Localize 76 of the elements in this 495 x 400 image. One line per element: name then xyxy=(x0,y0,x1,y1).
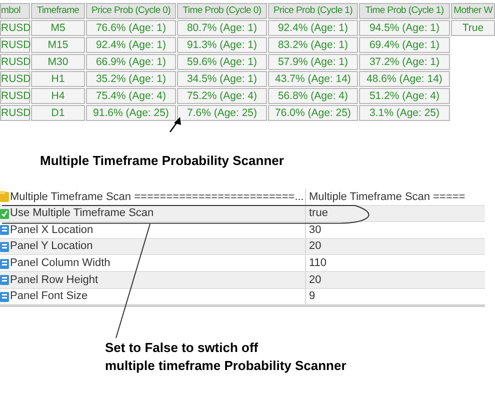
setting-value: Multiple Timeframe Scan ===== xyxy=(308,190,466,205)
table-cell: 76.0% (Age: 25) xyxy=(268,105,358,121)
setting-value: true xyxy=(308,206,328,222)
table-cell: 92.4% (Age: 1) xyxy=(268,20,358,36)
note-text: multiple timeframe Probability Scanner xyxy=(105,357,348,376)
setting-name: Panel Y Location xyxy=(10,239,93,254)
setting-row[interactable]: Panel X Location 30 xyxy=(0,222,485,239)
setting-name: Panel Row Height xyxy=(10,272,98,288)
table-cell: RUSD xyxy=(0,88,30,104)
setting-name: Panel Font Size xyxy=(10,289,88,304)
table-cell: 43.7% (Age: 14) xyxy=(268,71,358,87)
column-header: Mother W xyxy=(451,3,495,19)
table-cell: 34.5% (Age: 1) xyxy=(177,71,267,87)
column-header: Time Prob (Cycle 0) xyxy=(177,3,267,19)
setting-name: Panel Column Width xyxy=(10,256,110,271)
setting-value: 9 xyxy=(308,289,316,304)
number-icon xyxy=(0,290,9,302)
column-header: Timeframe xyxy=(31,3,85,19)
column-header: Time Prob (Cycle 1) xyxy=(359,3,450,19)
table-cell: 91.6% (Age: 25) xyxy=(86,105,176,121)
table-cell: RUSD xyxy=(0,37,30,53)
number-icon xyxy=(0,274,9,286)
column-header: Price Prob (Cycle 1) xyxy=(268,3,358,19)
setting-name: Panel X Location xyxy=(10,222,94,238)
table-cell: RUSD xyxy=(0,71,30,87)
table-cell: 83.2% (Age: 1) xyxy=(268,37,358,53)
setting-value: 20 xyxy=(308,272,322,288)
toggle-icon xyxy=(0,208,9,219)
setting-name: Multiple Timeframe Scan =========================... xyxy=(10,190,304,205)
table-cell: 69.4% (Age: 1) xyxy=(359,37,450,53)
table-cell: 51.2% (Age: 4) xyxy=(359,88,450,104)
number-icon xyxy=(0,241,9,252)
table-cell: 3.1% (Age: 25) xyxy=(359,105,450,121)
number-icon xyxy=(0,224,9,236)
table-cell: RUSD xyxy=(0,105,30,121)
table-cell: 59.6% (Age: 1) xyxy=(177,54,267,70)
table-cell: RUSD xyxy=(0,54,30,70)
table-cell: 91.3% (Age: 1) xyxy=(177,37,267,53)
table-cell: M15 xyxy=(31,37,85,53)
table-cell: True xyxy=(451,20,495,36)
table-cell: M30 xyxy=(31,54,85,70)
setting-row[interactable]: Panel Font Size 9 xyxy=(0,288,485,306)
setting-row[interactable]: Use Multiple Timeframe Scan true xyxy=(0,206,485,222)
setting-value: 110 xyxy=(308,256,327,271)
column-header: mbol xyxy=(0,3,30,19)
table-cell: 48.6% (Age: 14) xyxy=(359,71,450,87)
table-cell: 80.7% (Age: 1) xyxy=(177,20,267,36)
table-cell: 94.5% (Age: 1) xyxy=(359,20,450,36)
caption: Multiple Timeframe Probability Scanner xyxy=(40,152,285,170)
table-cell: 56.8% (Age: 4) xyxy=(268,88,358,104)
setting-row[interactable]: Panel Y Location 20 xyxy=(0,238,485,256)
setting-value: 30 xyxy=(308,222,322,238)
setting-row[interactable]: Panel Column Width 110 xyxy=(0,255,485,272)
table-cell: 75.2% (Age: 4) xyxy=(177,88,267,104)
setting-row[interactable]: Panel Row Height 20 xyxy=(0,272,485,289)
folder-icon xyxy=(0,191,9,202)
table-cell: H1 xyxy=(31,71,85,87)
setting-name: Use Multiple Timeframe Scan xyxy=(10,206,154,222)
table-cell: 7.6% (Age: 25) xyxy=(177,105,267,121)
table-cell: 66.9% (Age: 1) xyxy=(86,54,176,70)
table-cell: 57.9% (Age: 1) xyxy=(268,54,358,70)
table-cell: 92.4% (Age: 1) xyxy=(86,37,176,53)
table-cell: RUSD xyxy=(0,20,30,36)
table-cell: 76.6% (Age: 1) xyxy=(86,20,176,36)
table-cell: H4 xyxy=(31,88,85,104)
table-cell: 37.2% (Age: 1) xyxy=(359,54,450,70)
table-cell: M5 xyxy=(31,20,85,36)
table-cell: D1 xyxy=(31,105,85,121)
setting-row[interactable]: Multiple Timeframe Scan =========================... Multiple Timeframe Scan ===== xyxy=(0,189,485,206)
number-icon xyxy=(0,258,9,269)
table-cell: 75.4% (Age: 4) xyxy=(86,88,176,104)
setting-value: 20 xyxy=(308,239,322,254)
arrow xyxy=(169,117,181,132)
column-header: Price Prob (Cycle 0) xyxy=(86,3,176,19)
note-text: Set to False to swtich off xyxy=(105,339,260,358)
table-cell: 35.2% (Age: 1) xyxy=(86,71,176,87)
